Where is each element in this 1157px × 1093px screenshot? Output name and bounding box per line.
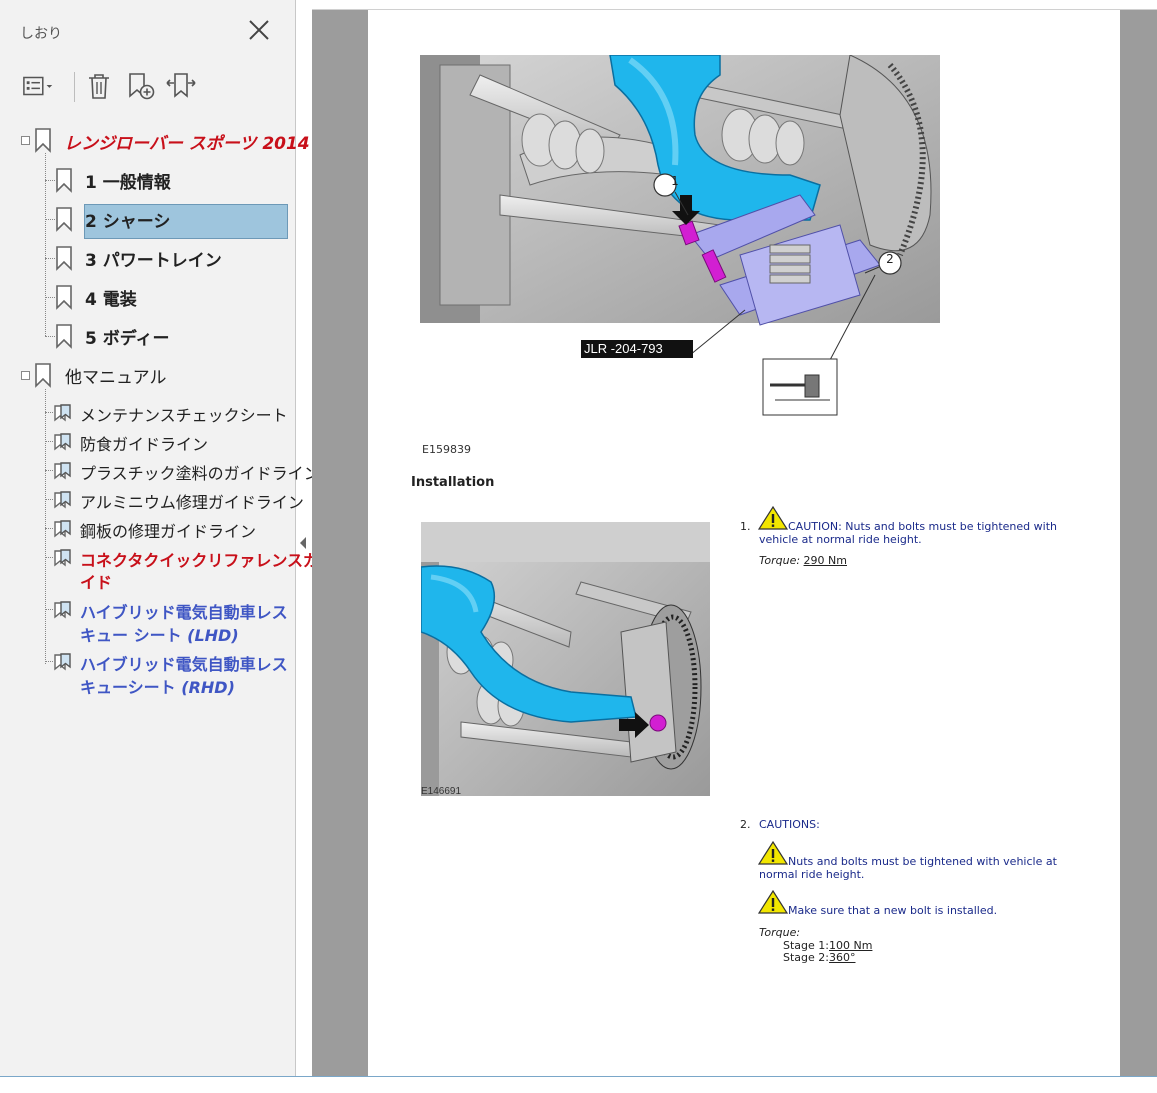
collapse-toggle-root[interactable] [21, 136, 30, 145]
options-menu-icon[interactable] [22, 68, 56, 104]
link-bookmark-icon [54, 549, 71, 567]
bookmark-chapter-1[interactable]: 1 一般情報 [85, 168, 171, 193]
link-bookmark-icon [54, 462, 71, 480]
window-bottom-border [0, 1076, 1157, 1077]
bookmark-hev-rescue-sheet-lhd[interactable]: ハイブリッド電気自動車レス [80, 599, 288, 623]
bookmark-panel: しおり レンジローバー スポーツ 2014 1 一般情報 2 シャーシ 3 パワ… [0, 0, 320, 1076]
link-bookmark-icon [54, 433, 71, 451]
bookmark-icon [56, 168, 72, 193]
figure-removal-illustration [420, 55, 940, 420]
link-bookmark-icon [54, 520, 71, 538]
bookmark-steel-repair-guidelines[interactable]: 鋼板の修理ガイドライン [80, 518, 256, 542]
collapse-toggle-other[interactable] [21, 371, 30, 380]
bookmark-hev-rescue-sheet-rhd-line2[interactable]: キューシート (RHD) [80, 674, 235, 698]
new-bookmark-icon[interactable] [124, 68, 158, 104]
expand-bookmark-icon[interactable] [164, 68, 198, 104]
bookmark-chapter-4[interactable]: 4 電装 [85, 285, 137, 310]
section-heading-installation: Installation [411, 475, 495, 490]
bookmark-maintenance-check-sheet[interactable]: メンテナンスチェックシート [80, 402, 288, 426]
callout-2: 2 [886, 252, 894, 266]
toolbar-separator [74, 72, 75, 102]
link-bookmark-icon [54, 404, 71, 422]
figure-2-caption: E146691 [421, 786, 462, 797]
step-1-number: 1. [740, 520, 751, 533]
step-1-caution: CAUTION: Nuts and bolts must be tightene… [759, 520, 1057, 546]
document-right-gutter [1120, 10, 1157, 1076]
step-2-cautions-title: CAUTIONS: [759, 818, 820, 831]
step-2-number: 2. [740, 818, 751, 831]
bookmark-corrosion-guidelines[interactable]: 防食ガイドライン [80, 431, 208, 455]
step-2-caution-a: Nuts and bolts must be tightened with ve… [759, 855, 1057, 881]
delete-icon[interactable] [82, 68, 116, 104]
bookmark-root-range-rover[interactable]: レンジローバー スポーツ 2014 [64, 129, 310, 154]
bookmark-other-manuals[interactable]: 他マニュアル [65, 363, 167, 388]
step-1-torque: Torque: 290 Nm [759, 554, 847, 567]
link-bookmark-icon [54, 653, 71, 671]
figure-1-caption: E159839 [422, 443, 471, 456]
bookmark-icon [56, 246, 72, 271]
bookmark-hev-rescue-sheet-rhd[interactable]: ハイブリッド電気自動車レス [80, 651, 288, 675]
tool-number-label: JLR -204-793 [584, 341, 663, 356]
bookmark-icon [56, 207, 72, 232]
step-2-torque-label: Torque: [759, 926, 801, 939]
bookmark-connector-quick-reference-line2[interactable]: イド [80, 569, 112, 593]
bookmark-chapter-5[interactable]: 5 ボディー [85, 324, 170, 349]
step-2-stage-2: Stage 2:360° [783, 951, 856, 964]
callout-1: 1 [671, 174, 679, 188]
step-2-caution-b: Make sure that a new bolt is installed. [788, 904, 998, 917]
bookmark-icon [56, 285, 72, 310]
bookmark-aluminum-repair-guidelines[interactable]: アルミニウム修理ガイドライン [80, 489, 304, 513]
bookmark-icon [56, 324, 72, 349]
bookmark-hev-rescue-sheet-lhd-line2[interactable]: キュー シート (LHD) [80, 622, 239, 646]
link-bookmark-icon [54, 491, 71, 509]
bookmark-chapter-3[interactable]: 3 パワートレイン [85, 246, 222, 271]
bookmark-icon [35, 128, 51, 153]
panel-title: しおり [20, 26, 62, 42]
bookmark-connector-quick-reference[interactable]: コネクタクイックリファレンスガ [80, 547, 319, 571]
caution-warning-icon [758, 890, 788, 914]
close-icon[interactable] [244, 18, 274, 48]
figure-installation-illustration [421, 522, 710, 796]
bookmark-plastic-paint-guidelines[interactable]: プラスチック塗料のガイドライン [80, 460, 320, 484]
link-bookmark-icon [54, 601, 71, 619]
collapse-panel-arrow-icon[interactable] [298, 535, 308, 551]
bookmark-chapter-2[interactable]: 2 シャーシ [85, 207, 170, 232]
bookmark-icon [35, 363, 51, 388]
